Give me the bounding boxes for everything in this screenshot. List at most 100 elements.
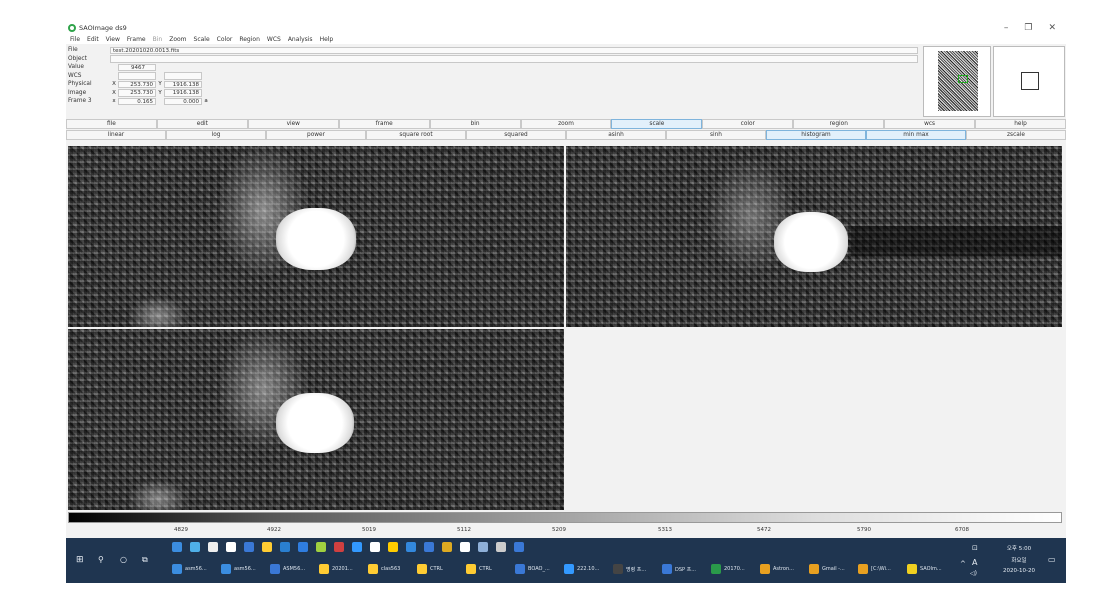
taskbar-pinned-icon[interactable] [424, 542, 437, 552]
taskbar-pinned-icon[interactable] [172, 542, 185, 552]
taskbar-pinned-icon[interactable] [316, 542, 329, 552]
taskbar-app-button[interactable]: 20201... [319, 564, 353, 574]
taskbar-pinned-icon[interactable] [370, 542, 383, 552]
taskbar-app-button[interactable]: 20170... [711, 564, 745, 574]
taskbar-pinned-icon[interactable] [460, 542, 473, 552]
scale-log-button[interactable]: log [166, 130, 266, 140]
taskbar-pinned-icon[interactable] [478, 542, 491, 552]
taskbar-pinned-icon[interactable] [334, 542, 347, 552]
panner-view-box[interactable] [958, 75, 968, 83]
taskbar-app-button[interactable]: CTRL [466, 564, 492, 574]
taskbar-app-button[interactable]: CTRL [417, 564, 443, 574]
taskbar-pinned-icon[interactable] [280, 542, 293, 552]
main-region-button[interactable]: region [793, 119, 885, 129]
image-frame-3[interactable] [68, 329, 564, 510]
main-bin-button[interactable]: bin [429, 119, 521, 129]
menu-frame[interactable]: Frame [127, 36, 146, 43]
menu-wcs[interactable]: WCS [267, 36, 281, 43]
taskbar-app-button[interactable]: SAOIm... [907, 564, 942, 574]
ime-indicator[interactable]: A [972, 558, 977, 567]
menu-edit[interactable]: Edit [87, 36, 99, 43]
menu-region[interactable]: Region [239, 36, 260, 43]
scale-squared-button[interactable]: squared [466, 130, 566, 140]
app-icon [760, 564, 770, 574]
colorbar-tick-label: 5112 [457, 527, 471, 533]
taskbar-app-button[interactable]: clas563 [368, 564, 400, 574]
search-icon[interactable]: ⚲ [98, 555, 104, 564]
app-icon [858, 564, 868, 574]
taskbar-pinned-icon[interactable] [442, 542, 455, 552]
main-color-button[interactable]: color [702, 119, 794, 129]
clock-time[interactable]: 오후 5:00 [994, 544, 1044, 552]
scale-sinh-button[interactable]: sinh [666, 130, 766, 140]
taskbar-pinned-icon[interactable] [352, 542, 365, 552]
menu-scale[interactable]: Scale [194, 36, 210, 43]
scale-asinh-button[interactable]: asinh [566, 130, 666, 140]
main-button-bar: file edit view frame bin zoom scale color region… [66, 119, 1066, 129]
main-help-button[interactable]: help [975, 119, 1066, 129]
taskbar-app-button[interactable]: 명령 프... [613, 564, 646, 574]
taskbar-pinned-icon[interactable] [262, 542, 275, 552]
taskbar-app-button[interactable]: DSP 프... [662, 564, 696, 574]
taskbar-pinned-icon[interactable] [388, 542, 401, 552]
taskbar-app-button[interactable]: [C:\Wi... [858, 564, 891, 574]
app-icon [417, 564, 427, 574]
taskbar-app-button[interactable]: BOAO_... [515, 564, 550, 574]
taskbar-pinned-icon[interactable] [226, 542, 239, 552]
main-wcs-button[interactable]: wcs [884, 119, 976, 129]
menu-help[interactable]: Help [320, 36, 334, 43]
app-icon [270, 564, 280, 574]
main-edit-button[interactable]: edit [156, 119, 248, 129]
taskbar-pinned-icon[interactable] [514, 542, 527, 552]
scale-histogram-button[interactable]: histogram [766, 130, 866, 140]
taskbar-app-button[interactable]: ASM56... [270, 564, 305, 574]
image-frame-2[interactable] [566, 146, 1062, 327]
menu-zoom[interactable]: Zoom [169, 36, 186, 43]
taskbar-pinned-icon[interactable] [406, 542, 419, 552]
colorbar-tick-label: 4829 [174, 527, 188, 533]
taskbar-pinned-icon[interactable] [298, 542, 311, 552]
notifications-tray-icon[interactable]: ⊡ [972, 544, 978, 552]
taskbar-pinned-icon[interactable] [496, 542, 509, 552]
taskbar-app-label: ASM56... [283, 566, 306, 572]
maximize-button[interactable]: ❐ [1024, 22, 1032, 34]
taskbar-app-button[interactable]: 222.10... [564, 564, 599, 574]
main-file-button[interactable]: file [66, 119, 157, 129]
taskbar-app-button[interactable]: asm56... [221, 564, 256, 574]
action-center-icon[interactable]: ▭ [1048, 555, 1056, 564]
task-view-icon[interactable]: ⧉ [142, 555, 148, 565]
main-scale-button[interactable]: scale [611, 119, 703, 129]
menu-bin[interactable]: Bin [153, 36, 163, 43]
scale-min-max-button[interactable]: min max [866, 130, 966, 140]
main-view-button[interactable]: view [247, 119, 339, 129]
cortana-icon[interactable]: ○ [120, 555, 127, 564]
taskbar-app-button[interactable]: asm56... [172, 564, 207, 574]
colorbar-ticks: 4829 4922 5019 5112 5209 5313 5472 5790 6708 [68, 527, 1062, 535]
menu-color[interactable]: Color [217, 36, 233, 43]
volume-icon[interactable]: ◁) [970, 570, 977, 577]
main-zoom-button[interactable]: zoom [520, 119, 612, 129]
menu-analysis[interactable]: Analysis [288, 36, 313, 43]
taskbar-app-button[interactable]: Gmail -... [809, 564, 845, 574]
menu-view[interactable]: View [106, 36, 120, 43]
taskbar-app-button[interactable]: Astron... [760, 564, 794, 574]
start-icon[interactable]: ⊞ [76, 555, 84, 565]
taskbar-pinned-icon[interactable] [244, 542, 257, 552]
taskbar-pinned-icon[interactable] [190, 542, 203, 552]
tray-chevron-icon[interactable]: ^ [960, 560, 966, 568]
window-title: SAOImage ds9 [79, 24, 127, 32]
image-frame-1[interactable] [68, 146, 564, 327]
clock-date[interactable]: 2020-10-20 [994, 568, 1044, 574]
scale-linear-button[interactable]: linear [66, 130, 166, 140]
panner[interactable] [923, 46, 991, 117]
minimize-button[interactable]: – [1004, 22, 1009, 34]
main-frame-button[interactable]: frame [338, 119, 430, 129]
close-button[interactable]: ✕ [1048, 22, 1056, 34]
taskbar-pinned-icon[interactable] [208, 542, 221, 552]
scale-power-button[interactable]: power [266, 130, 366, 140]
clock-day[interactable]: 화요일 [994, 556, 1044, 564]
menu-file[interactable]: File [70, 36, 80, 43]
scale-square-root-button[interactable]: square root [366, 130, 466, 140]
scale-zscale-button[interactable]: zscale [966, 130, 1066, 140]
colorbar[interactable] [68, 512, 1062, 523]
